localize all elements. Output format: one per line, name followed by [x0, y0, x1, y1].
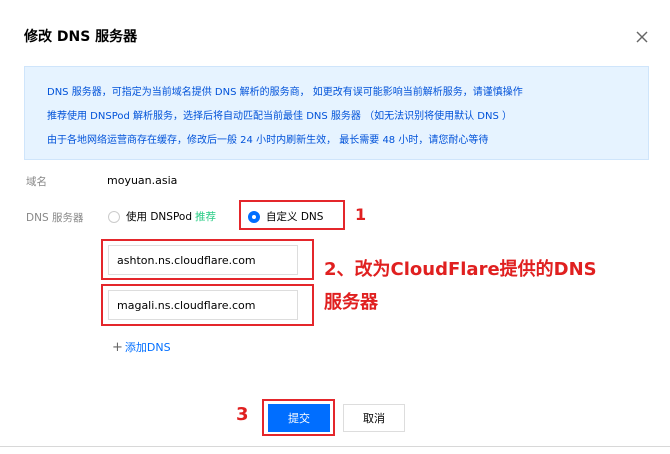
annotation-step-1: 1	[355, 205, 367, 224]
annotation-step-3: 3	[236, 404, 249, 425]
notice-line-3: 由于各地网络运营商存在缓存，修改后一般 24 小时内刷新生效， 最长需要 48 …	[47, 135, 489, 146]
radio-dnspod-label: 使用 DNSPod	[126, 211, 192, 223]
submit-button[interactable]: 提交	[268, 404, 330, 432]
add-dns-link[interactable]: + 添加DNS	[112, 339, 171, 355]
plus-icon: +	[112, 339, 123, 355]
radio-custom-label: 自定义 DNS	[266, 211, 324, 223]
modify-dns-dialog: 修改 DNS 服务器 DNS 服务器，可指定为当前域名提供 DNS 解析的服务商…	[0, 0, 670, 454]
annotation-step-2-line-1: 2、改为CloudFlare提供的DNS	[324, 259, 597, 280]
radio-dnspod[interactable]: 使用 DNSPod 推荐	[108, 209, 216, 224]
dns-server-input-2[interactable]	[108, 290, 298, 320]
domain-label: 域名	[26, 176, 47, 188]
domain-value: moyuan.asia	[107, 174, 178, 187]
notice-line-2: 推荐使用 DNSPod 解析服务，选择后将自动匹配当前最佳 DNS 服务器 （如…	[47, 111, 512, 122]
notice-line-1: DNS 服务器，可指定为当前域名提供 DNS 解析的服务商， 如更改有误可能影响…	[47, 87, 523, 98]
radio-dnspod-circle[interactable]	[108, 210, 120, 223]
dialog-title: 修改 DNS 服务器	[24, 29, 138, 45]
cancel-button[interactable]: 取消	[343, 404, 405, 432]
radio-custom-dns[interactable]: 自定义 DNS	[248, 209, 323, 224]
annotation-step-2-line-2: 服务器	[324, 292, 378, 313]
recommend-badge: 推荐	[195, 211, 216, 223]
close-icon[interactable]	[634, 29, 650, 45]
notice-banner: DNS 服务器，可指定为当前域名提供 DNS 解析的服务商， 如更改有误可能影响…	[24, 66, 649, 160]
add-dns-label: 添加DNS	[124, 341, 171, 354]
dns-server-input-1[interactable]	[108, 245, 298, 275]
bottom-divider	[0, 446, 670, 447]
radio-custom-circle[interactable]	[248, 210, 260, 223]
dns-server-label: DNS 服务器	[26, 212, 84, 224]
